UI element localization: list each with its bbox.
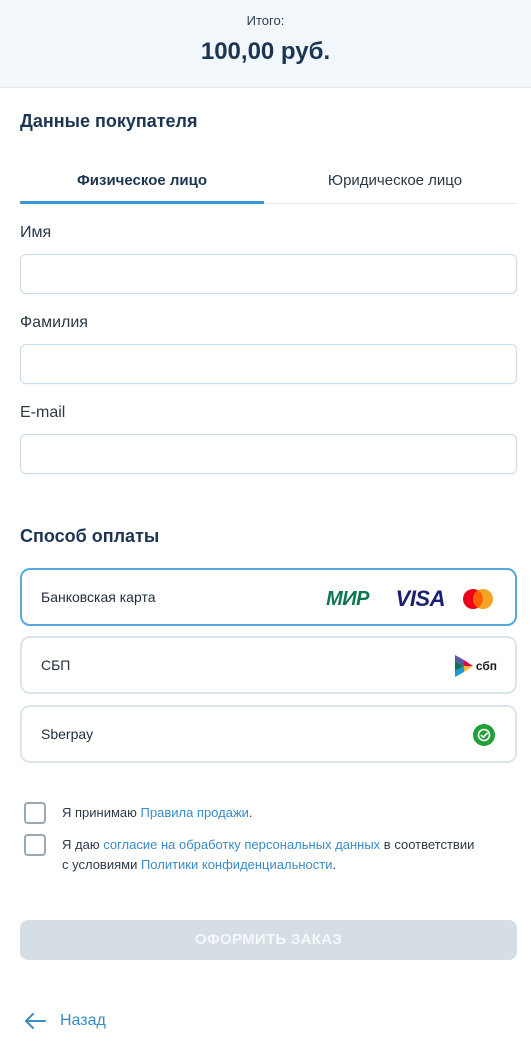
email-field[interactable] [20, 434, 517, 474]
sbp-logo-text: сбп [475, 659, 497, 673]
last-name-field[interactable] [20, 344, 517, 384]
payment-option-sberpay[interactable]: Sberpay [20, 705, 517, 763]
first-name-label: Имя [20, 224, 52, 241]
email-label: E-mail [20, 404, 66, 421]
payment-option-bank-card[interactable]: Банковская карта МИР VISA [20, 568, 517, 626]
sales-rules-consent: Я принимаю Правила продажи. [24, 802, 504, 826]
personal-data-consent: Я даю согласие на обработку персональных… [24, 834, 504, 878]
payment-option-sbp[interactable]: СБП сбп [20, 636, 517, 694]
sales-rules-checkbox[interactable] [24, 802, 46, 824]
last-name-label: Фамилия [20, 314, 88, 331]
sberpay-icon [473, 724, 495, 746]
consent-text-prefix: Я даю [62, 837, 104, 852]
payment-option-label: Банковская карта [41, 589, 156, 605]
payment-option-label: Sberpay [41, 726, 94, 742]
total-amount: 100,00 руб. [200, 38, 331, 65]
consent-text-suffix: . [248, 805, 253, 820]
consent-text-suffix: . [332, 857, 337, 872]
mir-logo-icon: МИР [326, 588, 369, 610]
personal-data-consent-link[interactable]: согласие на обработку персональных данны… [103, 837, 380, 852]
sbp-logo: сбп [454, 655, 497, 677]
buyer-type-tabs: Физическое лицо Юридическое лицо [20, 158, 517, 204]
back-button[interactable]: Назад [24, 1009, 106, 1033]
tab-individual[interactable]: Физическое лицо [20, 158, 264, 204]
sales-rules-link[interactable]: Правила продажи [141, 805, 249, 820]
visa-logo-icon: VISA [395, 586, 446, 611]
total-label: Итого: [246, 13, 285, 28]
mastercard-icon [463, 589, 493, 609]
sales-rules-consent-text: Я принимаю Правила продажи. [62, 803, 482, 823]
order-summary: Итого: 100,00 руб. [0, 0, 531, 88]
consent-text-prefix: Я принимаю [62, 805, 141, 820]
payment-section-title: Способ оплаты [20, 526, 160, 546]
first-name-field[interactable] [20, 254, 517, 294]
sbp-icon [454, 655, 473, 677]
tab-legal-entity[interactable]: Юридическое лицо [273, 158, 517, 204]
buyer-section-title: Данные покупателя [20, 111, 198, 131]
personal-data-consent-text: Я даю согласие на обработку персональных… [62, 835, 482, 875]
arrow-left-icon [25, 1013, 46, 1029]
place-order-button[interactable]: ОФОРМИТЬ ЗАКАЗ [20, 920, 517, 960]
back-label: Назад [60, 1012, 106, 1029]
payment-option-label: СБП [41, 657, 71, 673]
privacy-policy-link[interactable]: Политики конфиденциальности [141, 857, 333, 872]
personal-data-checkbox[interactable] [24, 834, 46, 856]
